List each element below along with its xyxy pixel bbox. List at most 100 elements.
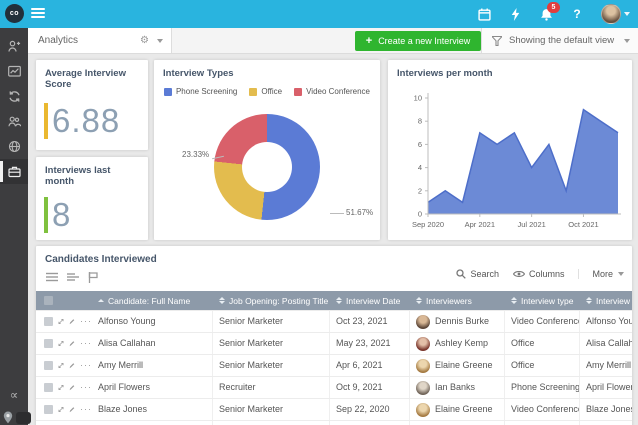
- sidebar-item-jobs[interactable]: [0, 159, 28, 184]
- expand-row-icon[interactable]: [58, 317, 64, 326]
- svg-text:Sep 2020: Sep 2020: [412, 220, 444, 229]
- row-checkbox[interactable]: [44, 405, 53, 414]
- hamburger-menu-icon[interactable]: [31, 8, 45, 20]
- svg-text:2: 2: [418, 186, 422, 195]
- create-interview-button[interactable]: + Create a new Interview: [355, 31, 481, 51]
- people-group-icon: [8, 115, 21, 128]
- sidebar-item-add-candidate[interactable]: [0, 34, 28, 59]
- interviewer-avatar: [416, 403, 430, 417]
- help-icon[interactable]: ?: [570, 7, 584, 21]
- columns-control[interactable]: Columns: [513, 269, 565, 279]
- column-header-interviewers[interactable]: Interviewers: [410, 296, 505, 306]
- user-menu-caret-icon[interactable]: [624, 12, 630, 16]
- compact-view-icon[interactable]: [67, 272, 79, 283]
- interview-cell: April Flowers: [580, 377, 632, 398]
- row-checkbox[interactable]: [44, 317, 53, 326]
- sidebar-item-reports[interactable]: [0, 59, 28, 84]
- column-header-interview[interactable]: Interview: [580, 296, 632, 306]
- column-header-interview-date[interactable]: Interview Date: [330, 296, 410, 306]
- notification-count-badge: 5: [547, 2, 560, 13]
- interview-types-title: Interview Types: [154, 60, 380, 79]
- candidate-name-cell: Amy Merrill: [92, 355, 213, 376]
- legend-item-phone-screening[interactable]: Phone Screening: [164, 87, 237, 96]
- row-checkbox[interactable]: [44, 361, 53, 370]
- row-checkbox[interactable]: [44, 383, 53, 392]
- svg-text:Jul 2021: Jul 2021: [517, 220, 545, 229]
- chevron-down-icon: [624, 39, 630, 43]
- avg-score-title: Average Interview Score: [36, 60, 148, 90]
- accent-bar: [44, 197, 48, 233]
- calendar-icon[interactable]: [477, 7, 491, 21]
- row-checkbox[interactable]: [44, 339, 53, 348]
- select-all-checkbox[interactable]: [44, 296, 53, 305]
- chevron-down-icon: [618, 272, 624, 276]
- row-more-icon[interactable]: ···: [80, 383, 92, 392]
- legend-swatch: [164, 88, 172, 96]
- legend-item-video-conference[interactable]: Video Conference: [294, 87, 370, 96]
- column-header-interview-type[interactable]: Interview type: [505, 296, 580, 306]
- interviewer-cell: Elaine Greene: [410, 399, 505, 420]
- donut-chart: 23.33% 51.67% 25%: [154, 106, 380, 240]
- candidate-name-cell: Blaze Jones: [92, 399, 213, 420]
- sidebar-item-connections[interactable]: ∝: [0, 382, 28, 407]
- legend-item-office[interactable]: Office: [249, 87, 282, 96]
- interview-cell: Alfonso Young -: [580, 311, 632, 332]
- sidebar-item-people[interactable]: [0, 109, 28, 134]
- table-row: ··· Amy Merrill Senior Marketer Apr 6, 2…: [36, 354, 632, 376]
- expand-row-icon[interactable]: [58, 339, 64, 348]
- interview-date-cell: Oct 9, 2021: [330, 377, 410, 398]
- sidebar-item-sync[interactable]: [0, 84, 28, 109]
- location-pin-icon[interactable]: [3, 411, 13, 424]
- edit-pencil-icon[interactable]: [69, 361, 75, 370]
- svg-text:Apr 2021: Apr 2021: [465, 220, 495, 229]
- interview-cell: Amy Merrill -: [580, 355, 632, 376]
- row-more-icon[interactable]: ···: [80, 405, 92, 414]
- column-header-candidate[interactable]: Candidate: Full Name: [92, 296, 213, 306]
- job-opening-cell: Senior Marketer: [213, 355, 330, 376]
- list-view-icon[interactable]: [46, 272, 58, 283]
- columns-label: Columns: [529, 269, 565, 279]
- column-label: Interview: [596, 296, 630, 306]
- table-row: ··· Alisa Callahan Senior Marketer May 2…: [36, 332, 632, 354]
- accent-bar: [44, 103, 48, 139]
- svg-text:10: 10: [414, 94, 422, 103]
- edit-pencil-icon[interactable]: [69, 383, 75, 392]
- table-row: ··· Brittanny Burke Recruiter Nov 23, 20…: [36, 420, 632, 425]
- flag-view-icon[interactable]: [88, 272, 98, 283]
- more-label: More: [592, 269, 613, 279]
- edit-pencil-icon[interactable]: [69, 339, 75, 348]
- edit-pencil-icon[interactable]: [69, 317, 75, 326]
- interview-date-cell: Nov 23, 2021: [330, 421, 410, 425]
- user-avatar[interactable]: [601, 4, 621, 24]
- chat-widget-icon[interactable]: [16, 412, 31, 424]
- table-title: Candidates Interviewed: [36, 246, 632, 265]
- app-logo[interactable]: co: [5, 4, 24, 23]
- edit-pencil-icon[interactable]: [69, 405, 75, 414]
- table-row: ··· Blaze Jones Senior Marketer Sep 22, …: [36, 398, 632, 420]
- gear-icon[interactable]: ⚙: [140, 35, 149, 46]
- expand-row-icon[interactable]: [58, 361, 64, 370]
- search-control[interactable]: Search: [456, 269, 499, 279]
- legend-label: Office: [261, 87, 282, 96]
- view-selector-dropdown[interactable]: Analytics ⚙: [28, 28, 172, 53]
- briefcase-icon: [8, 165, 21, 178]
- globe-icon: [8, 140, 21, 153]
- expand-row-icon[interactable]: [58, 405, 64, 414]
- interviews-last-month-title: Interviews last month: [36, 157, 148, 187]
- sidebar-item-web[interactable]: [0, 134, 28, 159]
- notifications-bell-icon[interactable]: 5: [539, 7, 553, 21]
- row-more-icon[interactable]: ···: [80, 361, 92, 370]
- more-control[interactable]: More: [578, 269, 624, 279]
- slice-label-phone-screening: 51.67%: [346, 208, 373, 217]
- legend-swatch: [249, 88, 257, 96]
- legend-label: Video Conference: [306, 87, 370, 96]
- row-more-icon[interactable]: ···: [80, 339, 92, 348]
- activity-lightning-icon[interactable]: [508, 7, 522, 21]
- column-header-job-opening[interactable]: Job Opening: Posting Title: [213, 296, 330, 306]
- interviews-last-month-card: Interviews last month 8: [36, 157, 148, 240]
- view-filter-dropdown[interactable]: Showing the default view: [481, 28, 638, 53]
- interview-cell: Alisa Callahan: [580, 333, 632, 354]
- candidate-name-cell: Brittanny Burke: [92, 421, 213, 425]
- expand-row-icon[interactable]: [58, 383, 64, 392]
- row-more-icon[interactable]: ···: [80, 317, 92, 326]
